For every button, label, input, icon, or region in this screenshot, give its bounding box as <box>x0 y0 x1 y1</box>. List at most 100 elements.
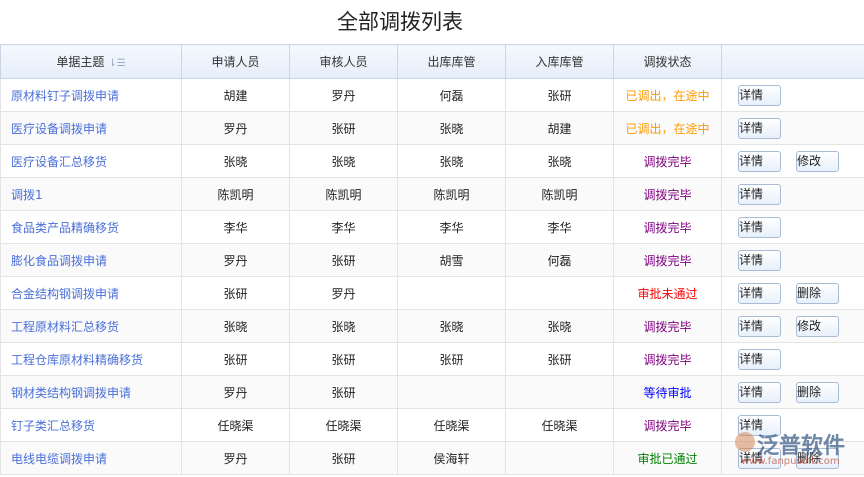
table-header: 单据主题 ⇂☰ 申请人员 审核人员 出库库管 入库库管 调拨状态 <box>0 44 864 79</box>
applicant-cell: 罗丹 <box>181 111 290 145</box>
status-cell: 调拨完毕 <box>613 144 722 178</box>
status-cell: 调拨完毕 <box>613 243 722 277</box>
in-keeper-cell: 陈凯明 <box>505 177 614 211</box>
detail-button[interactable]: 详情 <box>738 84 781 106</box>
applicant-cell: 李华 <box>181 210 290 244</box>
detail-button[interactable]: 详情 <box>738 150 781 172</box>
col-out-keeper: 出库库管 <box>397 44 506 79</box>
out-keeper-cell: 任晓渠 <box>397 408 506 442</box>
actions-cell: 详情 删除 <box>721 375 864 409</box>
status-cell: 调拨完毕 <box>613 309 722 343</box>
subject-link[interactable]: 调拨1 <box>0 177 182 211</box>
col-in-keeper: 入库库管 <box>505 44 614 79</box>
edit-button[interactable]: 修改 <box>796 315 839 337</box>
edit-button[interactable]: 修改 <box>796 150 839 172</box>
subject-link[interactable]: 钉子类汇总移货 <box>0 408 182 442</box>
out-keeper-cell: 李华 <box>397 210 506 244</box>
out-keeper-cell: 陈凯明 <box>397 177 506 211</box>
reviewer-cell: 罗丹 <box>289 276 398 310</box>
actions-cell: 详情 删除 <box>721 276 864 310</box>
detail-button[interactable]: 详情 <box>738 216 781 238</box>
actions-cell: 详情 <box>721 408 864 442</box>
detail-button[interactable]: 详情 <box>738 348 781 370</box>
detail-button[interactable]: 详情 <box>738 282 781 304</box>
col-reviewer: 审核人员 <box>289 44 398 79</box>
subject-link[interactable]: 原材料钉子调拨申请 <box>0 78 182 112</box>
in-keeper-cell <box>505 276 614 310</box>
detail-button[interactable]: 详情 <box>738 381 781 403</box>
applicant-cell: 张晓 <box>181 309 290 343</box>
detail-button[interactable]: 详情 <box>738 117 781 139</box>
subject-link[interactable]: 膨化食品调拨申请 <box>0 243 182 277</box>
in-keeper-cell: 张晓 <box>505 309 614 343</box>
applicant-cell: 张晓 <box>181 144 290 178</box>
out-keeper-cell <box>397 276 506 310</box>
in-keeper-cell: 张研 <box>505 342 614 376</box>
actions-cell: 详情 <box>721 177 864 211</box>
status-cell: 调拨完毕 <box>613 408 722 442</box>
table-row: 调拨1 陈凯明 陈凯明 陈凯明 陈凯明 调拨完毕 详情 <box>0 177 864 211</box>
subject-link[interactable]: 医疗设备汇总移货 <box>0 144 182 178</box>
delete-button[interactable]: 删除 <box>796 282 839 304</box>
page-title: 全部调拨列表 <box>337 10 463 34</box>
out-keeper-cell: 张晓 <box>397 111 506 145</box>
status-cell: 调拨完毕 <box>613 342 722 376</box>
in-keeper-cell: 任晓渠 <box>505 408 614 442</box>
out-keeper-cell <box>397 375 506 409</box>
table-row: 医疗设备调拨申请 罗丹 张研 张晓 胡建 已调出，在途中 详情 <box>0 111 864 145</box>
actions-cell: 详情 <box>721 78 864 112</box>
col-subject[interactable]: 单据主题 ⇂☰ <box>0 44 182 79</box>
in-keeper-cell: 何磊 <box>505 243 614 277</box>
subject-link[interactable]: 医疗设备调拨申请 <box>0 111 182 145</box>
table-row: 合金结构钢调拨申请 张研 罗丹 审批未通过 详情 删除 <box>0 276 864 310</box>
col-actions <box>721 44 864 79</box>
detail-button[interactable]: 详情 <box>738 447 781 469</box>
applicant-cell: 陈凯明 <box>181 177 290 211</box>
subject-link[interactable]: 合金结构钢调拨申请 <box>0 276 182 310</box>
in-keeper-cell <box>505 375 614 409</box>
in-keeper-cell: 李华 <box>505 210 614 244</box>
table-row: 钉子类汇总移货 任晓渠 任晓渠 任晓渠 任晓渠 调拨完毕 详情 <box>0 408 864 442</box>
status-cell: 审批未通过 <box>613 276 722 310</box>
out-keeper-cell: 张晓 <box>397 144 506 178</box>
reviewer-cell: 张研 <box>289 375 398 409</box>
delete-button[interactable]: 删除 <box>796 447 839 469</box>
table-row: 膨化食品调拨申请 罗丹 张研 胡雪 何磊 调拨完毕 详情 <box>0 243 864 277</box>
subject-link[interactable]: 工程仓库原材料精确移货 <box>0 342 182 376</box>
reviewer-cell: 张研 <box>289 243 398 277</box>
table-row: 原材料钉子调拨申请 胡建 罗丹 何磊 张研 已调出，在途中 详情 <box>0 78 864 112</box>
applicant-cell: 任晓渠 <box>181 408 290 442</box>
col-status: 调拨状态 <box>613 44 722 79</box>
applicant-cell: 张研 <box>181 276 290 310</box>
detail-button[interactable]: 详情 <box>738 315 781 337</box>
status-cell: 审批已通过 <box>613 441 722 475</box>
status-cell: 已调出，在途中 <box>613 78 722 112</box>
status-cell: 等待审批 <box>613 375 722 409</box>
out-keeper-cell: 侯海轩 <box>397 441 506 475</box>
sort-icon[interactable]: ⇂☰ <box>108 58 125 69</box>
applicant-cell: 罗丹 <box>181 375 290 409</box>
subject-link[interactable]: 工程原材料汇总移货 <box>0 309 182 343</box>
table-row: 食品类产品精确移货 李华 李华 李华 李华 调拨完毕 详情 <box>0 210 864 244</box>
reviewer-cell: 张晓 <box>289 309 398 343</box>
applicant-cell: 罗丹 <box>181 243 290 277</box>
reviewer-cell: 张晓 <box>289 144 398 178</box>
subject-link[interactable]: 食品类产品精确移货 <box>0 210 182 244</box>
reviewer-cell: 罗丹 <box>289 78 398 112</box>
delete-button[interactable]: 删除 <box>796 381 839 403</box>
actions-cell: 详情 <box>721 210 864 244</box>
table-row: 工程仓库原材料精确移货 张研 张研 张研 张研 调拨完毕 详情 <box>0 342 864 376</box>
in-keeper-cell: 胡建 <box>505 111 614 145</box>
actions-cell: 详情 删除 <box>721 441 864 475</box>
actions-cell: 详情 修改 <box>721 309 864 343</box>
out-keeper-cell: 张晓 <box>397 309 506 343</box>
subject-link[interactable]: 钢材类结构钢调拨申请 <box>0 375 182 409</box>
actions-cell: 详情 <box>721 111 864 145</box>
subject-link[interactable]: 电线电缆调拨申请 <box>0 441 182 475</box>
reviewer-cell: 陈凯明 <box>289 177 398 211</box>
status-cell: 已调出，在途中 <box>613 111 722 145</box>
detail-button[interactable]: 详情 <box>738 414 781 436</box>
detail-button[interactable]: 详情 <box>738 183 781 205</box>
detail-button[interactable]: 详情 <box>738 249 781 271</box>
status-cell: 调拨完毕 <box>613 210 722 244</box>
